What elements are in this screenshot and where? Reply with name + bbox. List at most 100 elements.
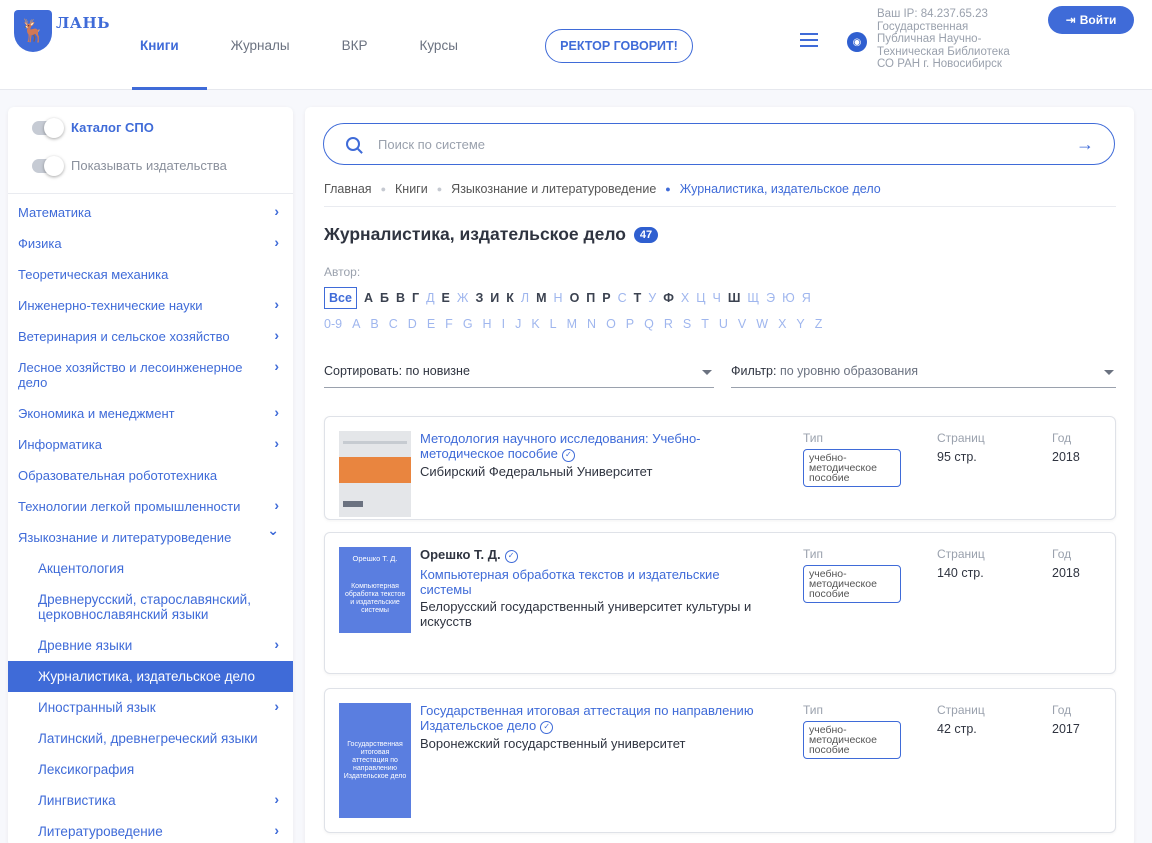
alphabet-letter[interactable]: Г [412,291,419,305]
search-bar[interactable]: → [323,123,1115,165]
breadcrumb-home[interactable]: Главная [324,182,372,196]
chevron-down-icon[interactable]: ⌄ [267,523,279,538]
login-button[interactable]: ⇥ Войти [1048,6,1134,34]
filter-select[interactable]: Фильтр: по уровню образования [731,364,1116,388]
book-card[interactable]: Методология научного исследования: Учебн… [324,416,1116,520]
chevron-right-icon[interactable]: › [274,436,279,451]
alphabet-letter[interactable]: О [570,291,580,305]
alphabet-letter[interactable]: D [408,317,417,331]
chevron-right-icon[interactable]: › [274,359,279,374]
sidebar-category-item[interactable]: Ветеринария и сельское хозяйство › [8,321,293,352]
alphabet-letter[interactable]: S [683,317,691,331]
chevron-right-icon[interactable]: › [274,297,279,312]
alphabet-letter[interactable]: С [618,291,627,305]
alphabet-letter[interactable]: Ц [696,291,705,305]
alphabet-letter[interactable]: U [719,317,728,331]
alphabet-letter[interactable]: T [701,317,709,331]
alphabet-letter[interactable]: G [463,317,473,331]
alphabet-letter[interactable]: F [445,317,453,331]
chevron-right-icon[interactable]: › [274,204,279,219]
book-cover[interactable] [339,431,411,517]
breadcrumb-books[interactable]: Книги [395,182,428,196]
alphabet-letter[interactable]: A [352,317,360,331]
sidebar-category-item[interactable]: Акцентология [8,553,293,584]
sidebar-category-item[interactable]: Латинский, древнегреческий языки [8,723,293,754]
toggle-show-publishers[interactable]: Показывать издательства [32,155,227,176]
alphabet-letter[interactable]: B [370,317,378,331]
alphabet-letter[interactable]: Д [426,291,434,305]
sidebar-category-item[interactable]: Древнерусский, старославянский, церковно… [8,584,293,630]
alphabet-letter[interactable]: Ш [728,291,741,305]
alphabet-letter[interactable]: V [738,317,746,331]
alphabet-letter[interactable]: Р [602,291,610,305]
sidebar-category-item[interactable]: Физика › [8,228,293,259]
nav-vkr[interactable]: ВКР [342,0,368,90]
menu-icon[interactable] [800,33,818,47]
rector-button[interactable]: РЕКТОР ГОВОРИТ! [545,29,693,63]
toggle-spo-catalog[interactable]: Каталог СПО [32,117,154,138]
alphabet-letter[interactable]: J [515,317,521,331]
alphabet-letter[interactable]: В [396,291,405,305]
alphabet-letter[interactable]: W [756,317,768,331]
chevron-right-icon[interactable]: › [274,328,279,343]
sidebar-category-item[interactable]: Теоретическая механика [8,259,293,290]
alphabet-letter[interactable]: O [606,317,616,331]
sidebar-category-item[interactable]: Иностранный язык › [8,692,293,723]
chevron-right-icon[interactable]: › [274,823,279,838]
sidebar-category-item[interactable]: Лексикография [8,754,293,785]
alphabet-letter[interactable]: Е [442,291,450,305]
sort-select[interactable]: Сортировать: по новизне [324,364,714,388]
alphabet-letter[interactable]: L [550,317,557,331]
alphabet-letter[interactable]: Q [644,317,654,331]
alphabet-letter[interactable]: Ж [457,291,469,305]
alphabet-letter[interactable]: Ю [782,291,795,305]
book-author[interactable]: Орешко Т. Д. ✓ [420,547,765,563]
alphabet-letter[interactable]: Все [324,287,357,309]
alphabet-letter[interactable]: Н [554,291,563,305]
sidebar-category-item[interactable]: Лесное хозяйство и лесоинженерное дело › [8,352,293,398]
breadcrumb-linguistics[interactable]: Языкознание и литературоведение [451,182,656,196]
sidebar-category-item[interactable]: Информатика › [8,429,293,460]
toggle-switch-icon[interactable] [32,117,64,138]
chevron-right-icon[interactable]: › [274,792,279,807]
alphabet-letter[interactable]: З [475,291,483,305]
nav-courses[interactable]: Курсы [419,0,457,90]
sidebar-category-item[interactable]: Журналистика, издательское дело [8,661,293,692]
sidebar-category-item[interactable]: Лингвистика › [8,785,293,816]
chevron-right-icon[interactable]: › [274,235,279,250]
alphabet-letter[interactable]: Л [521,291,529,305]
alphabet-letter[interactable]: К [506,291,514,305]
book-cover[interactable]: Государственная итоговая аттестация по н… [339,703,411,818]
book-card[interactable]: Орешко Т. Д. Компьютерная обработка текст… [324,532,1116,674]
alphabet-letter[interactable]: Y [796,317,804,331]
alphabet-letter[interactable]: C [389,317,398,331]
chevron-right-icon[interactable]: › [274,699,279,714]
alphabet-letter[interactable]: П [586,291,595,305]
alphabet-letter[interactable]: N [587,317,596,331]
alphabet-letter[interactable]: K [531,317,539,331]
chevron-right-icon[interactable]: › [274,637,279,652]
alphabet-letter[interactable]: E [427,317,435,331]
alphabet-letter[interactable]: I [502,317,505,331]
alphabet-letter[interactable]: У [648,291,656,305]
alphabet-letter[interactable]: Ч [713,291,721,305]
nav-journals[interactable]: Журналы [231,0,290,90]
nav-books[interactable]: Книги [132,0,206,90]
alphabet-letter[interactable]: H [483,317,492,331]
sidebar-category-item[interactable]: Экономика и менеджмент › [8,398,293,429]
sidebar-category-item[interactable]: Языкознание и литературоведение ⌄ [8,522,293,553]
alphabet-letter[interactable]: Ф [663,291,674,305]
alphabet-letter[interactable]: Х [681,291,689,305]
book-card[interactable]: Государственная итоговая аттестация по н… [324,688,1116,833]
book-title[interactable]: Методология научного исследования: Учебн… [420,431,765,462]
chevron-right-icon[interactable]: › [274,498,279,513]
chevron-right-icon[interactable]: › [274,405,279,420]
alphabet-letter[interactable]: M [567,317,577,331]
alphabet-letter[interactable]: R [664,317,673,331]
book-cover[interactable]: Орешко Т. Д. Компьютерная обработка текст… [339,547,411,633]
sidebar-category-item[interactable]: Математика › [8,197,293,228]
alphabet-letter[interactable]: М [536,291,546,305]
alphabet-letter[interactable]: Z [815,317,823,331]
alphabet-letter[interactable]: X [778,317,786,331]
arrow-right-icon[interactable]: → [1076,134,1094,155]
